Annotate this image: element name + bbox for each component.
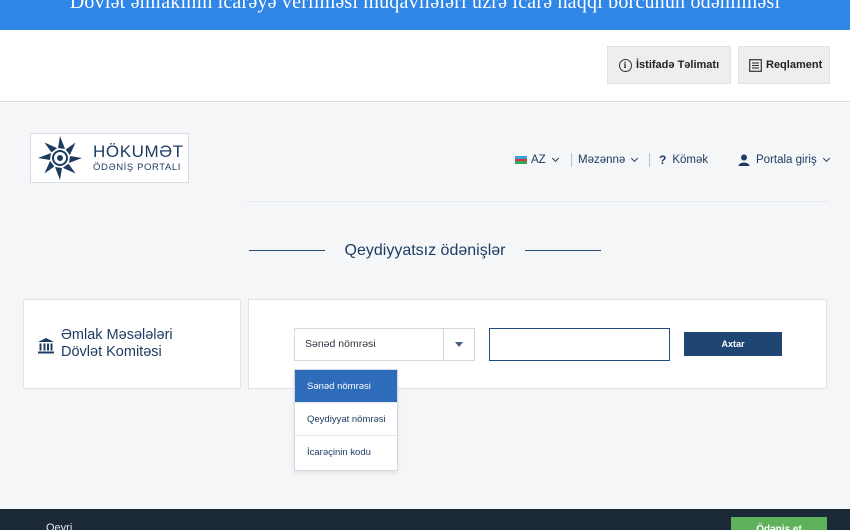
search-type-value: Sənəd nömrəsi: [305, 338, 376, 350]
language-label: AZ: [531, 154, 546, 166]
chevron-down-icon: [551, 154, 559, 163]
login-label: Portala giriş: [756, 154, 817, 166]
organization-name-line2: Dövlət Komitəsi: [61, 344, 162, 360]
portal-logo[interactable]: HÖKUMƏT ÖDƏNİŞ PORTALI: [30, 133, 189, 183]
nav-divider: [649, 153, 650, 167]
toolbar: i İstifadə Təlimatı Reqlament: [0, 30, 850, 102]
dropdown-option-tenant-code[interactable]: İcarəçinin kodu: [295, 436, 397, 469]
caret-down-icon: [455, 342, 463, 347]
header-divider: [246, 201, 828, 202]
help-label: Kömək: [672, 154, 709, 166]
exchange-rates-label: Məzənnə: [578, 154, 626, 166]
search-button[interactable]: Axtar: [684, 332, 782, 356]
language-selector[interactable]: AZ: [515, 152, 559, 168]
organization-name-line1: Əmlak Məsələləri: [61, 327, 173, 343]
organization-card: Əmlak Məsələləri Dövlət Komitəsi: [23, 299, 241, 389]
search-type-dropdown: Sənəd nömrəsi Qeydiyyat nömrəsi İcarəçin…: [294, 369, 398, 471]
dropdown-option-registration-number[interactable]: Qeydiyyat nömrəsi: [295, 403, 397, 436]
instructions-button[interactable]: i İstifadə Təlimatı: [607, 46, 731, 84]
dropdown-option-document-number[interactable]: Sənəd nömrəsi: [295, 370, 397, 403]
portal-frame: HÖKUMƏT ÖDƏNİŞ PORTALI AZ Məzənnə ? Kömə…: [0, 103, 850, 509]
chevron-down-icon: [822, 154, 830, 163]
instructions-label: İstifadə Təlimatı: [636, 59, 720, 71]
footer-bar: Qeyri Ödəniş et: [0, 509, 850, 530]
select-divider: [443, 329, 444, 360]
search-type-select[interactable]: Sənəd nömrəsi: [294, 328, 475, 361]
nav-exchange-rates[interactable]: Məzənnə: [578, 152, 639, 168]
banner-title: Dövlət əmlakının icarəyə verilməsi müqav…: [69, 0, 781, 13]
title-rule-left: [249, 250, 325, 251]
nav-login[interactable]: Portala giriş: [738, 152, 830, 168]
reglament-button[interactable]: Reqlament: [738, 46, 830, 84]
logo-subtitle: ÖDƏNİŞ PORTALI: [93, 162, 182, 173]
bank-icon: [38, 338, 54, 354]
top-banner: Dövlət əmlakının icarəyə verilməsi müqav…: [0, 0, 850, 30]
footer-text: Qeyri: [46, 522, 73, 530]
nav-help[interactable]: ? Kömək: [659, 152, 708, 168]
pay-button[interactable]: Ödəniş et: [731, 517, 827, 530]
info-icon: i: [618, 58, 632, 72]
organization-name: Əmlak Məsələləri Dövlət Komitəsi: [61, 327, 231, 361]
reglament-label: Reqlament: [766, 59, 823, 71]
document-list-icon: [749, 58, 762, 72]
question-icon: ?: [659, 153, 667, 167]
section-title: Qeydiyyatsız ödənişlər: [344, 242, 506, 259]
search-input[interactable]: [489, 328, 670, 361]
chevron-down-icon: [631, 154, 639, 163]
title-rule-right: [525, 250, 601, 251]
logo-emblem-icon: [38, 136, 82, 180]
logo-title: HÖKUMƏT: [93, 142, 184, 161]
user-icon: [738, 154, 750, 166]
azerbaijan-flag-icon: [515, 156, 527, 165]
nav-divider: [571, 153, 572, 167]
